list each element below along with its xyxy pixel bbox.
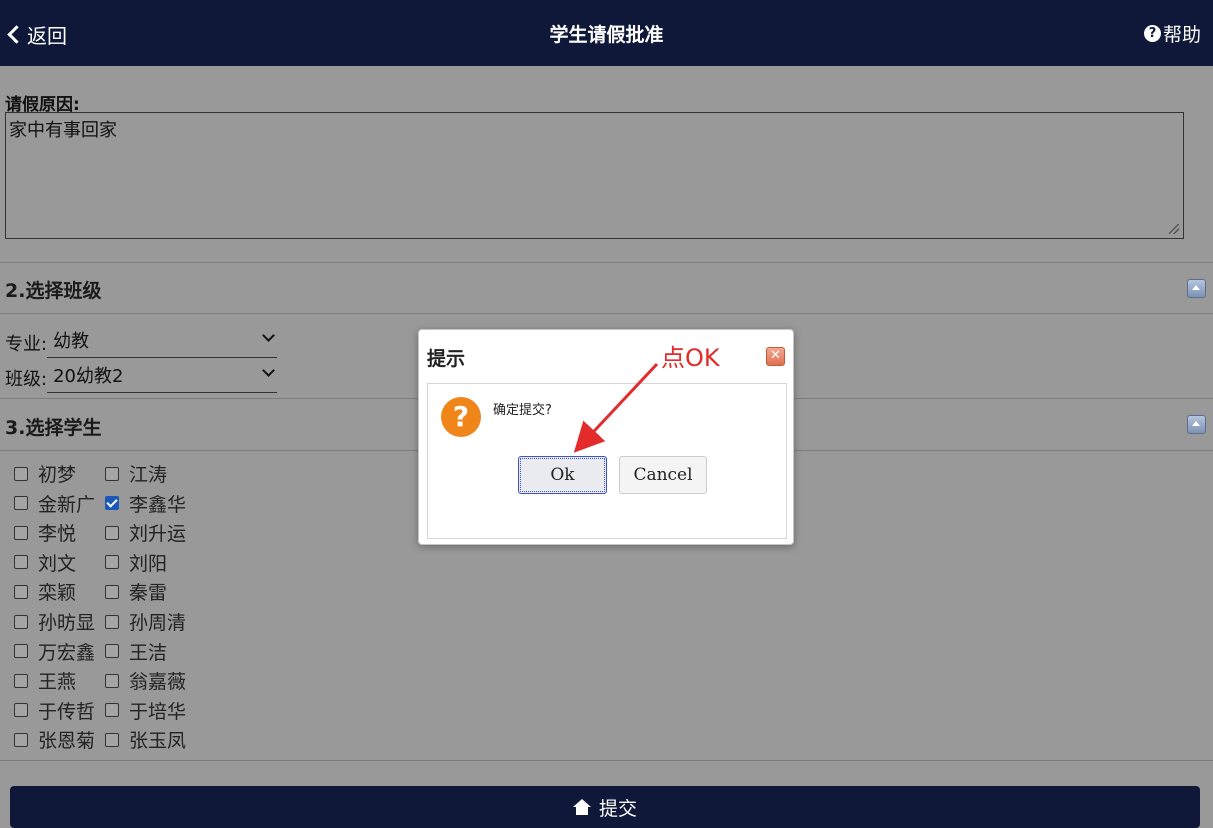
close-icon[interactable]: ✕ [766, 347, 785, 366]
student-name: 王燕 [38, 671, 77, 694]
cancel-button[interactable]: Cancel [619, 456, 707, 494]
question-circle-icon: ? [1143, 25, 1161, 42]
student-checkbox[interactable] [105, 673, 119, 688]
chevron-down-icon [262, 364, 275, 377]
student-name: 王洁 [129, 641, 168, 664]
student-item[interactable]: 王燕 [14, 667, 76, 694]
divider [0, 760, 1213, 761]
student-checkbox[interactable] [14, 673, 28, 688]
student-item[interactable]: 初梦 [14, 460, 76, 487]
page-title: 学生请假批准 [549, 24, 664, 46]
student-checkbox[interactable] [105, 614, 119, 629]
student-name: 秦雷 [129, 582, 168, 605]
student-item[interactable]: 张恩菊 [14, 726, 95, 753]
student-name: 刘升运 [129, 523, 187, 546]
student-name: 翁嘉薇 [129, 671, 187, 694]
student-item[interactable]: 秦雷 [105, 578, 167, 605]
submit-button[interactable]: 提交 [10, 786, 1200, 828]
student-item[interactable]: 孙昉显 [14, 608, 95, 635]
student-item[interactable]: 刘文 [14, 549, 76, 576]
student-name: 李悦 [38, 523, 77, 546]
student-checkbox[interactable] [105, 644, 119, 659]
reason-textarea[interactable]: 家中有事回家 [5, 112, 1184, 239]
student-item[interactable]: 栾颖 [14, 578, 76, 605]
student-name: 刘文 [38, 552, 77, 575]
dialog-message: 确定提交? [493, 403, 552, 418]
student-checkbox[interactable] [105, 584, 119, 599]
student-name: 刘阳 [129, 552, 168, 575]
student-item[interactable]: 翁嘉薇 [105, 667, 186, 694]
student-item[interactable]: 刘升运 [105, 519, 186, 546]
student-name: 万宏鑫 [38, 641, 96, 664]
annotation-text: 点OK [661, 344, 720, 372]
class-select[interactable]: 20幼教2 [47, 362, 278, 393]
collapse-students-button[interactable] [1187, 415, 1206, 434]
divider [0, 262, 1213, 263]
collapse-class-button[interactable] [1187, 279, 1206, 298]
student-item[interactable]: 张玉凤 [105, 726, 186, 753]
student-name: 于传哲 [38, 700, 96, 723]
student-name: 孙昉显 [38, 612, 96, 634]
student-item[interactable]: 刘阳 [105, 549, 167, 576]
student-checkbox[interactable] [14, 703, 28, 718]
section-class-title: 2.选择班级 [5, 280, 102, 302]
student-checkbox[interactable] [105, 525, 119, 540]
question-icon: ? [441, 397, 481, 437]
help-label: 帮助 [1162, 24, 1201, 46]
student-item[interactable]: 于传哲 [14, 697, 95, 724]
student-name: 初梦 [38, 464, 77, 486]
reason-text: 家中有事回家 [9, 120, 117, 141]
student-name: 孙周清 [129, 612, 187, 634]
student-name: 江涛 [129, 464, 168, 486]
dialog-title: 提示 [427, 348, 466, 370]
student-checkbox[interactable] [14, 584, 28, 599]
student-checkbox[interactable] [105, 555, 119, 570]
student-checkbox[interactable] [105, 732, 119, 747]
student-name: 张玉凤 [129, 730, 187, 753]
class-label: 班级: [5, 368, 48, 390]
student-name: 李鑫华 [129, 493, 187, 516]
student-item[interactable]: 孙周清 [105, 608, 186, 635]
help-button[interactable]: ? 帮助 [1143, 20, 1201, 47]
chevron-down-icon [262, 329, 275, 342]
major-value: 幼教 [53, 331, 90, 352]
student-checkbox[interactable] [14, 525, 28, 540]
student-checkbox[interactable] [105, 496, 119, 511]
student-item[interactable]: 王洁 [105, 638, 167, 665]
dialog-body: ? 确定提交? Ok Cancel [427, 383, 787, 539]
student-checkbox[interactable] [105, 466, 119, 481]
student-name: 张恩菊 [38, 730, 96, 753]
student-item[interactable]: 李悦 [14, 519, 76, 546]
major-label: 专业: [5, 333, 48, 355]
student-item[interactable]: 于培华 [105, 697, 186, 724]
class-value: 20幼教2 [53, 366, 124, 387]
confirm-dialog: 提示 ✕ ? 确定提交? Ok Cancel [418, 329, 794, 545]
student-checkbox[interactable] [14, 644, 28, 659]
student-name: 于培华 [129, 700, 187, 723]
major-select[interactable]: 幼教 [47, 327, 278, 358]
student-item[interactable]: 江涛 [105, 460, 167, 487]
section-students-title: 3.选择学生 [5, 417, 102, 439]
student-checkbox[interactable] [14, 614, 28, 629]
submit-label: 提交 [598, 797, 637, 820]
student-name: 栾颖 [38, 582, 77, 605]
student-checkbox[interactable] [105, 703, 119, 718]
student-item[interactable]: 金新广 [14, 490, 95, 517]
student-name: 金新广 [38, 493, 96, 516]
ok-button[interactable]: Ok [518, 456, 607, 494]
class-select-row: 班级: 20幼教2 [5, 362, 278, 393]
major-select-row: 专业: 幼教 [5, 327, 278, 358]
student-checkbox[interactable] [14, 732, 28, 747]
resize-grip-icon[interactable] [1169, 224, 1179, 234]
student-item[interactable]: 李鑫华 [105, 490, 186, 517]
home-icon [572, 799, 591, 815]
student-checkbox[interactable] [14, 496, 28, 511]
student-checkbox[interactable] [14, 555, 28, 570]
divider [0, 313, 1213, 314]
student-checkbox[interactable] [14, 466, 28, 481]
top-bar: 返回 学生请假批准 ? 帮助 [0, 0, 1213, 66]
student-item[interactable]: 万宏鑫 [14, 638, 95, 665]
